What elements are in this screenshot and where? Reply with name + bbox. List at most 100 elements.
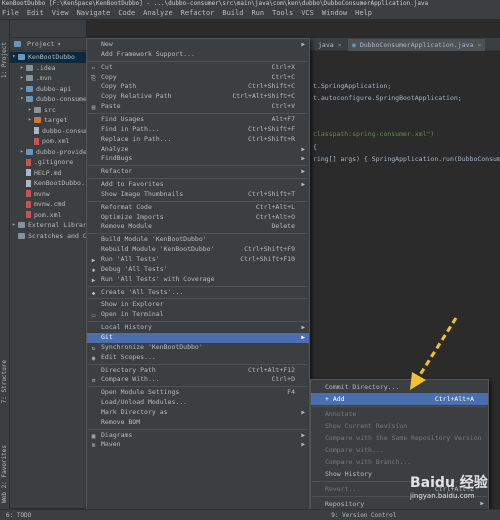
code-line[interactable]: ring[] args) { SpringApplication.run(Dub… — [313, 155, 500, 163]
tree-item[interactable]: pom.xml — [10, 210, 86, 221]
menu-item-add-to-favorites[interactable]: Add to Favorites ▶ — [87, 180, 309, 190]
menu-item-new[interactable]: New ▶ — [87, 40, 309, 50]
menu-item-compare-with-the-same-repository-version[interactable]: Compare with the Same Repository Version — [311, 432, 488, 444]
code-line[interactable]: t.autoconfigure.SpringBootApplication; — [313, 94, 462, 102]
todo-tool-button[interactable]: 6: TODO — [6, 512, 31, 519]
menu-item-rebuild-module-kenbootdubbo[interactable]: Rebuild Module 'KenBootDubbo' Ctrl+Shift+… — [87, 245, 309, 255]
menu-item-directory-path[interactable]: Directory Path Ctrl+Alt+F12 — [87, 366, 309, 376]
tree-item[interactable]: ▾ dubbo-consumer — [10, 94, 86, 105]
menu-item-replace-in-path[interactable]: Replace in Path... Ctrl+Shift+R — [87, 135, 309, 145]
tree-item[interactable]: ▸ src — [10, 105, 86, 116]
tree-item[interactable]: Scratches and Consoles — [10, 231, 86, 242]
menu-item-open-module-settings[interactable]: Open Module Settings F4 — [87, 388, 309, 398]
tree-item[interactable]: ▸ dubbo-provider — [10, 147, 86, 158]
tree-item[interactable]: pom.xml — [10, 136, 86, 147]
menu-tools[interactable]: Tools — [272, 9, 293, 17]
menu-refactor[interactable]: Refactor — [181, 9, 215, 17]
menu-item-debug-all-tests[interactable]: ✱ Debug 'All Tests' — [87, 265, 309, 275]
editor-tab[interactable]: java × — [314, 39, 346, 51]
editor-tab-active[interactable]: ● DubboConsumerApplication.java × — [348, 39, 486, 51]
menu-item-copy-path[interactable]: Copy Path Ctrl+Shift+C — [87, 82, 309, 92]
menu-window[interactable]: Window — [322, 9, 347, 17]
menu-item-reformat-code[interactable]: Reformat Code Ctrl+Alt+L — [87, 203, 309, 213]
menu-item-find-in-path[interactable]: Find in Path... Ctrl+Shift+F — [87, 125, 309, 135]
menu-item-annotate[interactable]: Annotate — [311, 408, 488, 420]
close-icon[interactable]: × — [338, 41, 342, 49]
menu-edit[interactable]: Edit — [27, 9, 44, 17]
menu-item-icon: ▤ — [91, 104, 96, 112]
menu-item-add[interactable]: + Add Ctrl+Alt+A — [311, 393, 488, 405]
menu-run[interactable]: Run — [251, 9, 264, 17]
menu-item-diagrams[interactable]: ▦ Diagrams ▶ — [87, 431, 309, 441]
menu-item-show-in-explorer[interactable]: Show in Explorer — [87, 300, 309, 310]
menu-item-compare-with[interactable]: ⇄ Compare With... Ctrl+D — [87, 375, 309, 385]
tree-item[interactable]: .gitignore — [10, 157, 86, 168]
menu-item-analyze[interactable]: Analyze ▶ — [87, 145, 309, 155]
version-control-tool-button[interactable]: 9: Version Control — [331, 512, 396, 519]
tab-project-tool[interactable]: 1: Project — [1, 42, 8, 78]
tab-web-tool[interactable]: Web — [1, 492, 8, 503]
menu-view[interactable]: View — [52, 9, 69, 17]
tree-item[interactable]: dubbo-consumer.iml — [10, 126, 86, 137]
tree-item[interactable]: ▸ target — [10, 115, 86, 126]
menu-item-maven[interactable]: m Maven ▶ — [87, 440, 309, 450]
menu-item-find-usages[interactable]: Find Usages Alt+F7 — [87, 115, 309, 125]
tree-item[interactable]: mvnw.cmd — [10, 199, 86, 210]
menu-item-edit-scopes[interactable]: ◉ Edit Scopes... — [87, 353, 309, 363]
menu-item-compare-with-branch[interactable]: Compare with Branch... — [311, 456, 488, 468]
code-line[interactable]: classpath:spring-consumer.xml") — [313, 130, 434, 138]
tree-item[interactable]: ▸ .mvn — [10, 73, 86, 84]
menu-item-load-unload-modules[interactable]: Load/Unload Modules... — [87, 398, 309, 408]
tree-item[interactable]: HELP.md — [10, 168, 86, 179]
menu-item-optimize-imports[interactable]: Optimize Imports Ctrl+Alt+O — [87, 213, 309, 223]
menu-item-mark-directory-as[interactable]: Mark Directory as ▶ — [87, 408, 309, 418]
menu-item-local-history[interactable]: Local History ▶ — [87, 323, 309, 333]
menu-build[interactable]: Build — [222, 9, 243, 17]
menu-item-git[interactable]: Git ▶ — [87, 332, 309, 343]
menu-item-paste[interactable]: ▤ Paste Ctrl+V — [87, 102, 309, 112]
menu-item-show-current-revision[interactable]: Show Current Revision — [311, 420, 488, 432]
menu-item-refactor[interactable]: Refactor ▶ — [87, 167, 309, 177]
menu-item-show-image-thumbnails[interactable]: Show Image Thumbnails Ctrl+Shift+T — [87, 190, 309, 200]
tree-item[interactable]: ▸ dubbo-api — [10, 84, 86, 95]
file-icon — [26, 169, 31, 177]
tree-item[interactable]: mvnw — [10, 189, 86, 200]
menu-item-shortcut: Ctrl+Shift+F — [248, 124, 295, 133]
menu-item-add-framework-support[interactable]: Add Framework Support... — [87, 50, 309, 60]
menu-item-compare-with[interactable]: Compare with... — [311, 444, 488, 456]
menu-item-synchronize-kenbootdubbo[interactable]: ↻ Synchronize 'KenBootDubbo' — [87, 343, 309, 353]
menu-item-build-module-kenbootdubbo[interactable]: Build Module 'KenBootDubbo' — [87, 235, 309, 245]
menu-item-run-all-tests-with-coverage[interactable]: ▶ Run 'All Tests' with Coverage — [87, 275, 309, 285]
code-line[interactable]: t.SpringApplication; — [313, 82, 391, 90]
menu-item-label: Run 'All Tests' with Coverage — [101, 274, 215, 283]
menu-item-findbugs[interactable]: FindBugs ▶ — [87, 154, 309, 164]
menu-code[interactable]: Code — [118, 9, 135, 17]
code-line[interactable]: { — [313, 143, 317, 151]
menu-item-copy[interactable]: ⎘ Copy Ctrl+C — [87, 73, 309, 83]
menu-item-open-in-terminal[interactable]: ▭ Open in Terminal — [87, 310, 309, 320]
menu-vcs[interactable]: VCS — [301, 9, 314, 17]
file-icon — [26, 211, 31, 219]
chevron-down-icon[interactable]: ▾ — [57, 41, 61, 48]
close-icon[interactable]: × — [477, 41, 481, 49]
tab-favorites-tool[interactable]: 2: Favorites — [1, 445, 8, 488]
menu-item-copy-relative-path[interactable]: Copy Relative Path Ctrl+Alt+Shift+C — [87, 92, 309, 102]
menu-item-remove-bom[interactable]: Remove BOM — [87, 418, 309, 428]
menu-navigate[interactable]: Navigate — [77, 9, 111, 17]
menu-help[interactable]: Help — [355, 9, 372, 17]
tree-item[interactable]: ▾ KenBootDubbo — [10, 52, 86, 63]
menu-item-remove-module[interactable]: Remove Module Delete — [87, 222, 309, 232]
menu-analyze[interactable]: Analyze — [143, 9, 173, 17]
menu-file[interactable]: File — [2, 9, 19, 17]
tab-structure-tool[interactable]: 7: Structure — [1, 360, 8, 403]
menu-item-label: Rebuild Module 'KenBootDubbo' — [101, 245, 215, 254]
menu-item-label: Create 'All Tests'... — [101, 287, 184, 296]
submenu-arrow-icon: ▶ — [301, 431, 305, 439]
tree-item[interactable]: KenBootDubbo.iml — [10, 178, 86, 189]
tree-item[interactable]: ▸External Libraries — [10, 220, 86, 231]
menu-item-cut[interactable]: ✂ Cut Ctrl+X — [87, 63, 309, 73]
menu-item-create-all-tests[interactable]: ◆ Create 'All Tests'... — [87, 288, 309, 298]
menu-item-run-all-tests[interactable]: ▶ Run 'All Tests' Ctrl+Shift+F10 — [87, 255, 309, 265]
project-view-selector[interactable]: Project — [27, 40, 54, 48]
tree-item[interactable]: ▸ .idea — [10, 63, 86, 74]
